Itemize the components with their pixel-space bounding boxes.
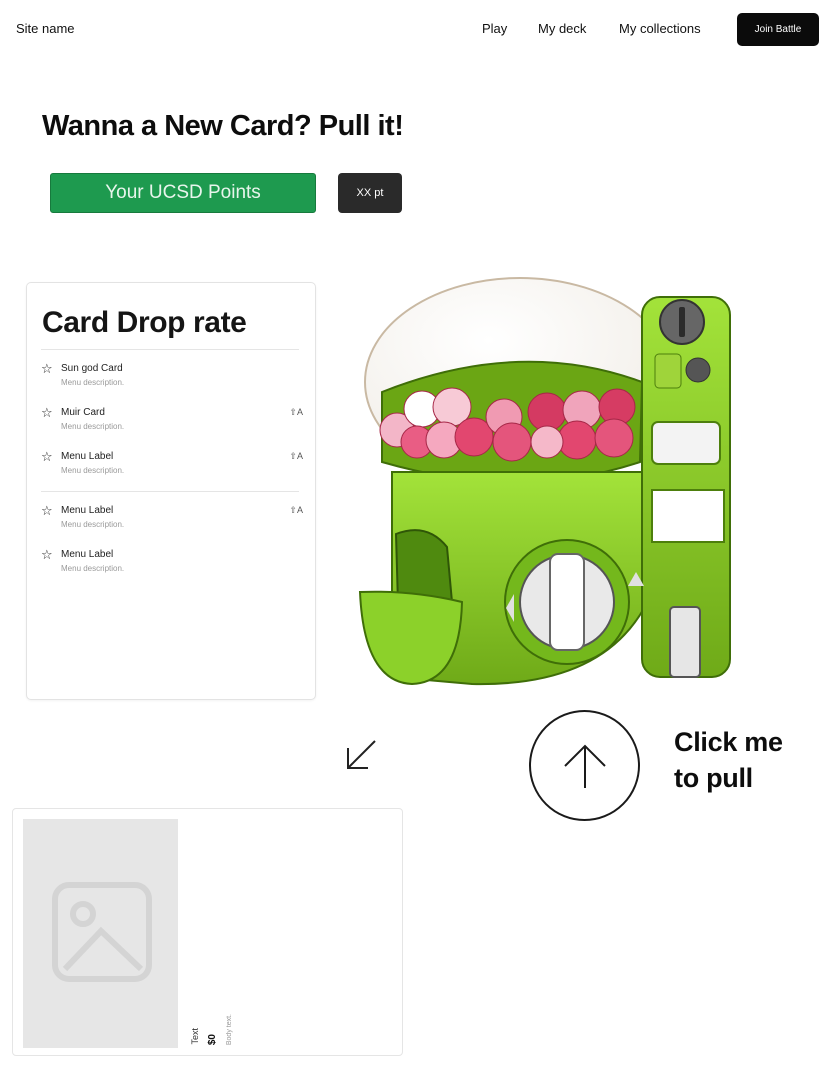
menu-item[interactable]: ☆ Menu Label Menu description. ⇧A	[41, 449, 303, 485]
menu-item-label: Menu Label	[61, 505, 114, 516]
menu-item-label: Menu Label	[61, 549, 114, 560]
menu-item-description: Menu description.	[61, 466, 125, 475]
menu-item-shortcut: ⇧A	[289, 451, 303, 461]
menu-item[interactable]: ☆ Menu Label Menu description.	[41, 547, 303, 583]
ucsd-points-button[interactable]: Your UCSD Points	[50, 173, 316, 213]
divider	[41, 349, 299, 350]
pull-button[interactable]	[529, 710, 640, 821]
nav-my-collections[interactable]: My collections	[619, 21, 701, 36]
image-placeholder-icon	[52, 882, 152, 982]
menu-item-muir-card[interactable]: ☆ Muir Card Menu description. ⇧A	[41, 405, 303, 441]
card-body-text: Body text.	[226, 1013, 233, 1045]
pull-line-1: Click me	[674, 727, 783, 757]
site-name[interactable]: Site name	[16, 21, 75, 36]
points-value-badge: XX pt	[338, 173, 402, 213]
arrow-down-left-icon	[347, 740, 376, 769]
drop-rate-title: Card Drop rate	[42, 306, 247, 339]
card-text: Text	[190, 1028, 200, 1045]
menu-item-shortcut: ⇧A	[289, 505, 303, 515]
menu-item-shortcut: ⇧A	[289, 407, 303, 417]
card-price: $0	[207, 1033, 218, 1045]
menu-item-sun-god-card[interactable]: ☆ Sun god Card Menu description.	[41, 361, 303, 397]
star-icon: ☆	[41, 405, 53, 420]
divider	[41, 491, 299, 492]
nav-play[interactable]: Play	[482, 21, 507, 36]
menu-item-label: Muir Card	[61, 407, 105, 418]
star-icon: ☆	[41, 503, 53, 518]
result-card[interactable]: Text $0 Body text.	[12, 808, 403, 1056]
menu-item-label: Sun god Card	[61, 363, 123, 374]
page-title: Wanna a New Card? Pull it!	[42, 110, 404, 142]
arrow-up-icon	[563, 744, 606, 788]
menu-item-label: Menu Label	[61, 451, 114, 462]
card-image-placeholder	[23, 819, 178, 1048]
pull-line-2: to pull	[674, 763, 753, 793]
menu-item-description: Menu description.	[61, 378, 125, 387]
drop-rate-card: Card Drop rate ☆ Sun god Card Menu descr…	[26, 282, 316, 700]
menu-item[interactable]: ☆ Menu Label Menu description. ⇧A	[41, 503, 303, 539]
star-icon: ☆	[41, 361, 53, 376]
menu-item-description: Menu description.	[61, 422, 125, 431]
join-battle-button[interactable]: Join Battle	[737, 13, 819, 46]
gacha-machine-image[interactable]	[352, 272, 742, 692]
star-icon: ☆	[41, 547, 53, 562]
nav-my-deck[interactable]: My deck	[538, 21, 586, 36]
lever	[669, 606, 701, 678]
menu-item-description: Menu description.	[61, 564, 125, 573]
crank-handle[interactable]	[549, 553, 585, 651]
star-icon: ☆	[41, 449, 53, 464]
pull-instruction: Click me to pull	[674, 724, 783, 796]
menu-item-description: Menu description.	[61, 520, 125, 529]
